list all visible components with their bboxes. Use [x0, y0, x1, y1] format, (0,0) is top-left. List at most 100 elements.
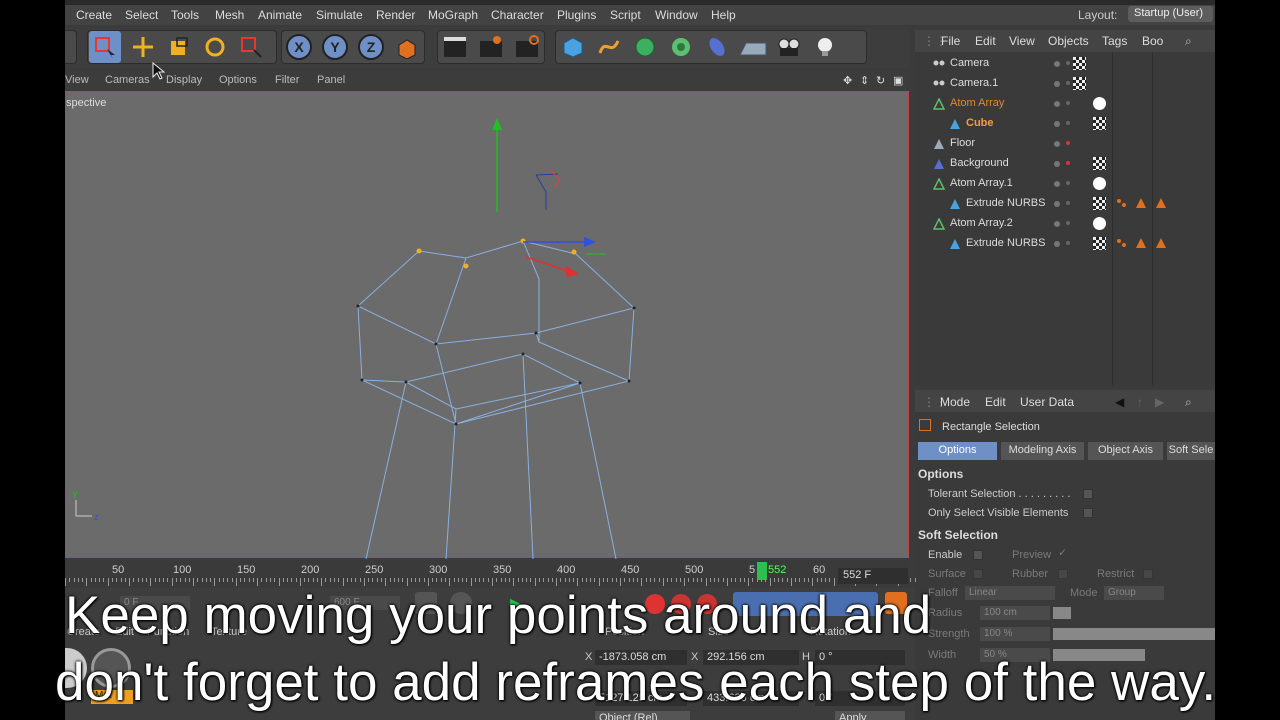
menu-create[interactable]: Create: [76, 8, 112, 22]
object-row[interactable]: Atom Array: [915, 94, 1215, 114]
texture-tag-icon[interactable]: [1073, 57, 1086, 70]
tab-object-axis[interactable]: Object Axis: [1088, 442, 1163, 460]
floor-object-icon[interactable]: [737, 31, 769, 63]
rubber-checkbox[interactable]: [1058, 569, 1068, 579]
viewport-menu-view[interactable]: View: [65, 74, 89, 86]
render-dot[interactable]: [1066, 61, 1070, 65]
menu-script[interactable]: Script: [610, 8, 641, 22]
om-search-icon[interactable]: ⌕: [1185, 34, 1192, 49]
om-menu-edit[interactable]: Edit: [975, 34, 996, 48]
visibility-dot[interactable]: [1054, 81, 1060, 87]
menu-help[interactable]: Help: [711, 8, 736, 22]
render-picture-viewer-icon[interactable]: [475, 31, 507, 63]
selection-tag-icon[interactable]: [1155, 237, 1168, 250]
scale-tool-icon[interactable]: [163, 31, 195, 63]
cube-object-icon[interactable]: [557, 31, 589, 63]
selection-tag-icon[interactable]: [1115, 237, 1128, 250]
material-tag-icon[interactable]: [1093, 177, 1106, 190]
restrict-checkbox[interactable]: [1143, 569, 1153, 579]
x-axis-lock-icon[interactable]: X: [283, 31, 315, 63]
texture-tag-icon[interactable]: [1073, 77, 1086, 90]
viewport-move-icon[interactable]: ✥: [843, 74, 852, 87]
move-tool-icon[interactable]: [127, 31, 159, 63]
selection-tag-icon[interactable]: [1155, 197, 1168, 210]
only-visible-checkbox[interactable]: [1083, 508, 1093, 518]
menu-animate[interactable]: Animate: [258, 8, 302, 22]
enable-checkbox[interactable]: [973, 550, 983, 560]
object-row[interactable]: Extrude NURBS: [915, 234, 1215, 254]
render-dot[interactable]: [1066, 241, 1070, 245]
nurbs-object-icon[interactable]: [629, 31, 661, 63]
preview-check-icon[interactable]: ✓: [1058, 546, 1067, 559]
menu-mograph[interactable]: MoGraph: [428, 8, 478, 22]
playhead-marker[interactable]: [757, 562, 767, 580]
world-coordinates-icon[interactable]: [391, 31, 423, 63]
viewport-menu-panel[interactable]: Panel: [317, 74, 345, 86]
tab-options[interactable]: Options: [918, 442, 997, 460]
render-dot[interactable]: [1066, 121, 1070, 125]
visibility-dot[interactable]: [1054, 221, 1060, 227]
visibility-dot[interactable]: [1054, 101, 1060, 107]
visibility-dot[interactable]: [1054, 241, 1060, 247]
tolerant-selection-checkbox[interactable]: [1083, 489, 1093, 499]
viewport-menu-options[interactable]: Options: [219, 74, 257, 86]
render-dot[interactable]: [1066, 181, 1070, 185]
attr-back-icon[interactable]: ◀: [1115, 395, 1124, 409]
object-row[interactable]: Floor: [915, 134, 1215, 154]
perspective-viewport[interactable]: spective y z: [65, 62, 909, 559]
object-row[interactable]: Cube: [915, 114, 1215, 134]
selection-tag-icon[interactable]: [1115, 197, 1128, 210]
visibility-dot[interactable]: [1054, 61, 1060, 67]
spline-object-icon[interactable]: [593, 31, 625, 63]
menu-character[interactable]: Character: [491, 8, 544, 22]
visibility-dot[interactable]: [1054, 181, 1060, 187]
object-row[interactable]: Extrude NURBS: [915, 194, 1215, 214]
tab-soft-selection[interactable]: Soft Sele: [1167, 442, 1215, 460]
attr-menu-user-data[interactable]: User Data: [1020, 395, 1074, 409]
light-object-icon[interactable]: [809, 31, 841, 63]
texture-tag-icon[interactable]: [1093, 157, 1106, 170]
viewport-menu-filter[interactable]: Filter: [275, 74, 299, 86]
live-select-tool-icon[interactable]: [235, 31, 267, 63]
selection-tag-icon[interactable]: [1135, 197, 1148, 210]
viewport-menu-display[interactable]: Display: [166, 74, 202, 86]
menu-mesh[interactable]: Mesh: [215, 8, 244, 22]
render-dot[interactable]: [1066, 101, 1070, 105]
om-menu-objects[interactable]: Objects: [1048, 34, 1089, 48]
render-dot[interactable]: [1066, 81, 1070, 85]
selection-tag-icon[interactable]: [1135, 237, 1148, 250]
timeline-ruler[interactable]: 50 100 150 200 250 300 350 400 450 500 5…: [65, 560, 916, 588]
attr-menu-edit[interactable]: Edit: [985, 395, 1006, 409]
object-row[interactable]: Background: [915, 154, 1215, 174]
attr-up-icon[interactable]: ↑: [1137, 395, 1143, 409]
render-dot[interactable]: [1066, 161, 1070, 165]
visibility-dot[interactable]: [1054, 201, 1060, 207]
om-menu-bookmarks[interactable]: Boo: [1142, 34, 1163, 48]
texture-tag-icon[interactable]: [1093, 237, 1106, 250]
attr-menu-mode[interactable]: Mode: [940, 395, 970, 409]
viewport-menu-cameras[interactable]: Cameras: [105, 74, 150, 86]
texture-tag-icon[interactable]: [1093, 197, 1106, 210]
object-row[interactable]: Atom Array.1: [915, 174, 1215, 194]
object-row[interactable]: Camera: [915, 54, 1215, 74]
render-view-icon[interactable]: [439, 31, 471, 63]
material-tag-icon[interactable]: [1093, 217, 1106, 230]
viewport-rotate-icon[interactable]: ↻: [876, 74, 885, 87]
camera-object-icon[interactable]: [773, 31, 805, 63]
visibility-dot[interactable]: [1054, 121, 1060, 127]
deformer-object-icon[interactable]: [701, 31, 733, 63]
material-tag-icon[interactable]: [1093, 97, 1106, 110]
viewport-layout-icon[interactable]: ▣: [893, 74, 903, 87]
current-frame-field[interactable]: 552 F: [838, 568, 908, 584]
rect-select-tool-icon[interactable]: [89, 31, 121, 63]
render-dot[interactable]: [1066, 141, 1070, 145]
array-object-icon[interactable]: [665, 31, 697, 63]
menu-window[interactable]: Window: [655, 8, 698, 22]
render-dot[interactable]: [1066, 201, 1070, 205]
surface-checkbox[interactable]: [973, 569, 983, 579]
menu-render[interactable]: Render: [376, 8, 415, 22]
menu-select[interactable]: Select: [125, 8, 158, 22]
om-menu-view[interactable]: View: [1009, 34, 1035, 48]
texture-tag-icon[interactable]: [1093, 117, 1106, 130]
object-row[interactable]: Atom Array.2: [915, 214, 1215, 234]
